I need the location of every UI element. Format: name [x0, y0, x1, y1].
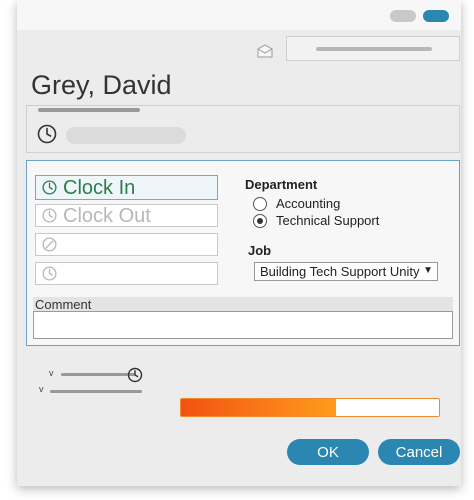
clock-icon [42, 208, 57, 223]
ok-button[interactable]: OK [287, 439, 369, 465]
clock-icon [42, 266, 57, 281]
radio-circle-selected[interactable] [253, 214, 267, 228]
clock-icon [37, 124, 57, 144]
break-button[interactable] [35, 233, 218, 256]
mail-icon[interactable] [257, 44, 273, 58]
radio-circle[interactable] [253, 197, 267, 211]
close-button[interactable] [423, 10, 449, 22]
top-search-field[interactable] [286, 36, 460, 61]
chevron-down-icon[interactable]: ▼ [423, 265, 433, 276]
no-entry-icon [42, 237, 57, 252]
radio-dot [257, 218, 263, 224]
clock-out-button[interactable]: Clock Out [35, 204, 218, 227]
cancel-button[interactable]: Cancel [378, 439, 460, 465]
punch-panel: Clock In Clock Out Department Accounting [26, 160, 460, 346]
progress-fill [181, 399, 336, 416]
comment-header [33, 297, 453, 311]
status-placeholder [66, 127, 186, 144]
clock-in-label: Clock In [63, 177, 136, 199]
progress-bar [180, 398, 440, 417]
clock-out-label: Clock Out [63, 205, 151, 227]
timeclock-window: Grey, David Clock In Clock Out Departmen… [17, 0, 461, 486]
clock-icon[interactable] [127, 367, 143, 383]
clock-in-button[interactable]: Clock In [35, 175, 218, 200]
job-select[interactable]: Building Tech Support Unity ▼ [254, 262, 438, 281]
minimize-button[interactable] [390, 10, 416, 22]
clock-icon [42, 180, 57, 195]
department-heading: Department [245, 177, 318, 192]
tree-row[interactable]: v [39, 384, 143, 396]
status-header-bar [38, 108, 140, 112]
job-heading: Job [248, 243, 272, 258]
time-entry-button[interactable] [35, 262, 218, 285]
employee-name: Grey, David [31, 70, 172, 100]
status-panel [26, 105, 460, 153]
job-select-value: Building Tech Support Unity [260, 264, 420, 279]
title-bar [17, 0, 461, 30]
tree-row-placeholder [61, 373, 135, 376]
chevron-down-icon[interactable]: v [39, 384, 44, 394]
tree-row-placeholder [50, 390, 142, 393]
radio-label: Accounting [276, 196, 341, 211]
radio-label: Technical Support [276, 213, 380, 228]
chevron-down-icon[interactable]: v [49, 368, 54, 378]
comment-field[interactable] [33, 311, 453, 339]
field-placeholder-bar [316, 47, 432, 51]
comment-label: Comment [35, 297, 92, 312]
